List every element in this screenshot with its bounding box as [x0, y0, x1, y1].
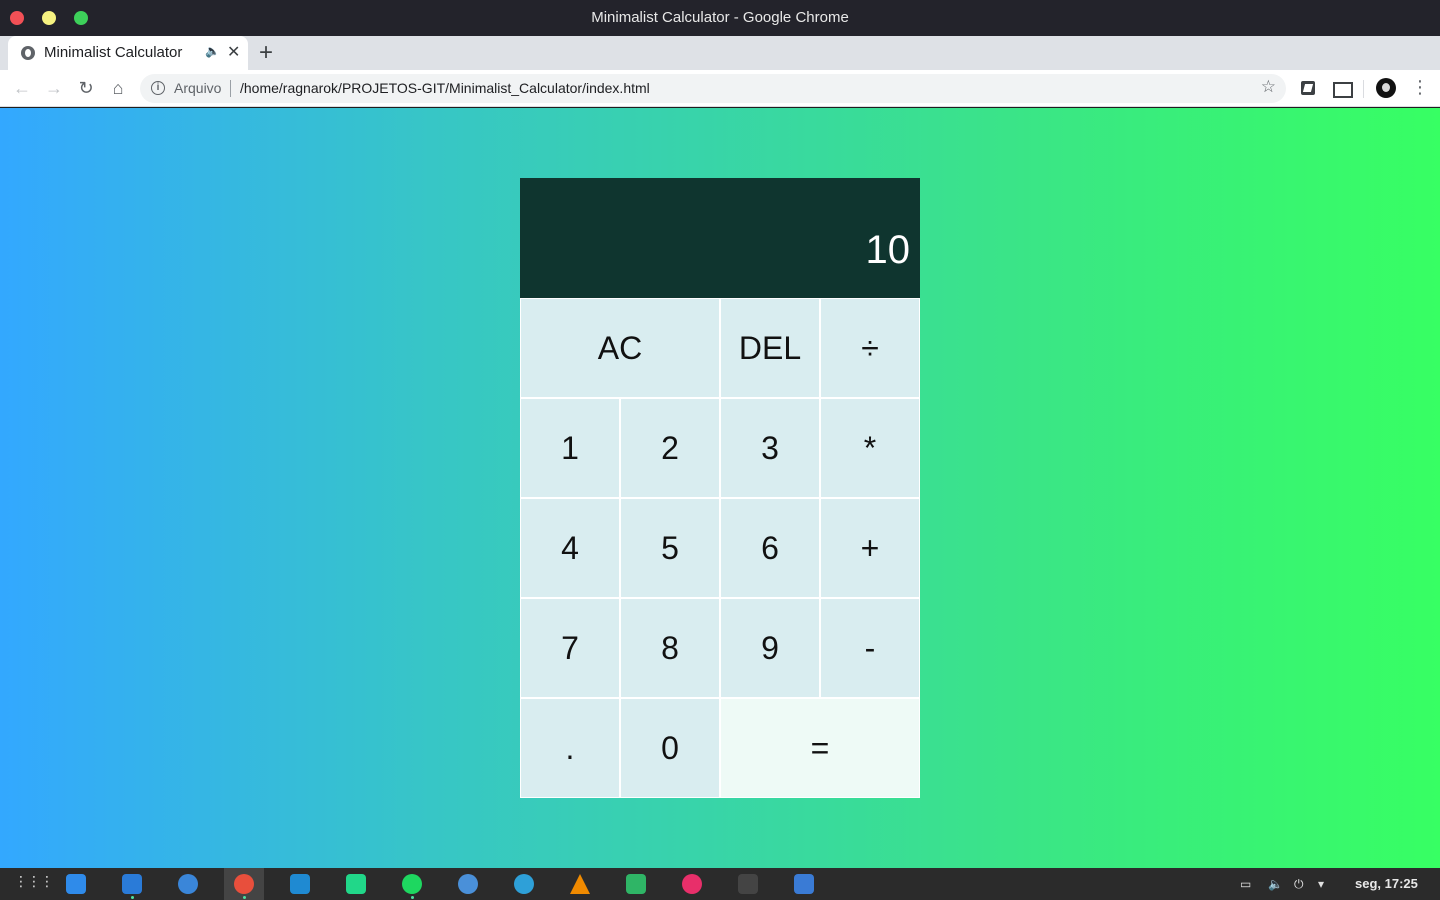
extension-icon[interactable] — [1298, 78, 1318, 98]
os-taskbar: ▭ 🔈 ⏻ ▾ seg, 17:25 — [0, 868, 1440, 900]
calculator: 10 AC DEL ÷ 1 2 3 * 4 5 6 + 7 8 9 - . 0 … — [520, 178, 920, 798]
tab-close-icon[interactable]: ✕ — [227, 42, 240, 62]
browser-icon[interactable] — [458, 874, 478, 894]
calculator-display: 10 — [520, 178, 920, 298]
power-icon[interactable]: ⏻ — [1294, 877, 1304, 892]
address-separator — [230, 80, 231, 97]
app-grid-icon[interactable] — [14, 873, 53, 894]
cloud-icon[interactable] — [626, 874, 646, 894]
digit-9-button[interactable]: 9 — [720, 598, 820, 698]
cast-screen-icon[interactable] — [1331, 78, 1353, 98]
profile-avatar[interactable] — [1376, 78, 1396, 98]
chrome-icon[interactable] — [234, 874, 254, 894]
digit-4-button[interactable]: 4 — [520, 498, 620, 598]
reload-icon[interactable]: ↻ — [74, 76, 98, 100]
window-title: Minimalist Calculator - Google Chrome — [591, 9, 849, 26]
settings-icon[interactable] — [178, 874, 198, 894]
running-indicator — [243, 896, 246, 899]
back-arrow-icon[interactable]: ← — [10, 76, 34, 100]
home-icon[interactable]: ⌂ — [106, 76, 130, 100]
digit-0-button[interactable]: 0 — [620, 698, 720, 798]
globe-icon — [21, 46, 35, 60]
forward-arrow-icon[interactable]: → — [42, 76, 66, 100]
volume-icon[interactable]: 🔈 — [1268, 877, 1283, 891]
screenshot-icon[interactable] — [66, 874, 86, 894]
running-indicator — [411, 896, 414, 899]
plus-button[interactable]: + — [820, 498, 920, 598]
digit-3-button[interactable]: 3 — [720, 398, 820, 498]
running-indicator — [131, 896, 134, 899]
flickr-icon[interactable] — [682, 874, 702, 894]
vscode-icon[interactable] — [290, 874, 310, 894]
delete-button[interactable]: DEL — [720, 298, 820, 398]
url-text[interactable]: /home/ragnarok/PROJETOS-GIT/Minimalist_C… — [240, 80, 650, 96]
divide-button[interactable]: ÷ — [820, 298, 920, 398]
minus-button[interactable]: - — [820, 598, 920, 698]
decimal-point-button[interactable]: . — [520, 698, 620, 798]
digit-2-button[interactable]: 2 — [620, 398, 720, 498]
bookmark-star-icon[interactable]: ☆ — [1261, 77, 1276, 97]
browser-toolbar: ← → ↻ ⌂ i Arquivo /home/ragnarok/PROJETO… — [0, 70, 1440, 107]
speaker-icon[interactable]: 🔈 — [205, 44, 220, 58]
digit-6-button[interactable]: 6 — [720, 498, 820, 598]
equals-button[interactable]: = — [720, 698, 920, 798]
tab-strip: Minimalist Calculator 🔈 ✕ + — [0, 36, 1440, 70]
page-viewport: 10 AC DEL ÷ 1 2 3 * 4 5 6 + 7 8 9 - . 0 … — [0, 108, 1440, 868]
multiply-button[interactable]: * — [820, 398, 920, 498]
tab-title: Minimalist Calculator — [44, 44, 183, 61]
toolbar-separator — [1363, 80, 1364, 98]
files-icon[interactable] — [122, 874, 142, 894]
spotify-icon[interactable] — [402, 874, 422, 894]
address-bar[interactable]: i Arquivo /home/ragnarok/PROJETOS-GIT/Mi… — [140, 74, 1286, 103]
display-tray-icon[interactable]: ▭ — [1240, 877, 1251, 891]
pycharm-icon[interactable] — [346, 874, 366, 894]
browser-menu-icon[interactable]: ⋮ — [1411, 77, 1429, 98]
vlc-icon[interactable] — [570, 874, 590, 894]
digit-1-button[interactable]: 1 — [520, 398, 620, 498]
digit-7-button[interactable]: 7 — [520, 598, 620, 698]
clock[interactable]: seg, 17:25 — [1355, 876, 1418, 891]
digit-8-button[interactable]: 8 — [620, 598, 720, 698]
clear-all-button[interactable]: AC — [520, 298, 720, 398]
info-icon[interactable]: i — [151, 81, 165, 95]
tab-minimalist-calculator[interactable]: Minimalist Calculator 🔈 ✕ — [8, 36, 248, 70]
window-titlebar: Minimalist Calculator - Google Chrome — [0, 0, 1440, 36]
new-tab-button[interactable]: + — [259, 39, 273, 67]
downloader-icon[interactable] — [514, 874, 534, 894]
tray-menu-chevron-icon[interactable]: ▾ — [1318, 877, 1324, 891]
terminal-icon[interactable] — [738, 874, 758, 894]
scheme-label: Arquivo — [174, 80, 222, 96]
screen-recorder-icon[interactable] — [794, 874, 814, 894]
digit-5-button[interactable]: 5 — [620, 498, 720, 598]
